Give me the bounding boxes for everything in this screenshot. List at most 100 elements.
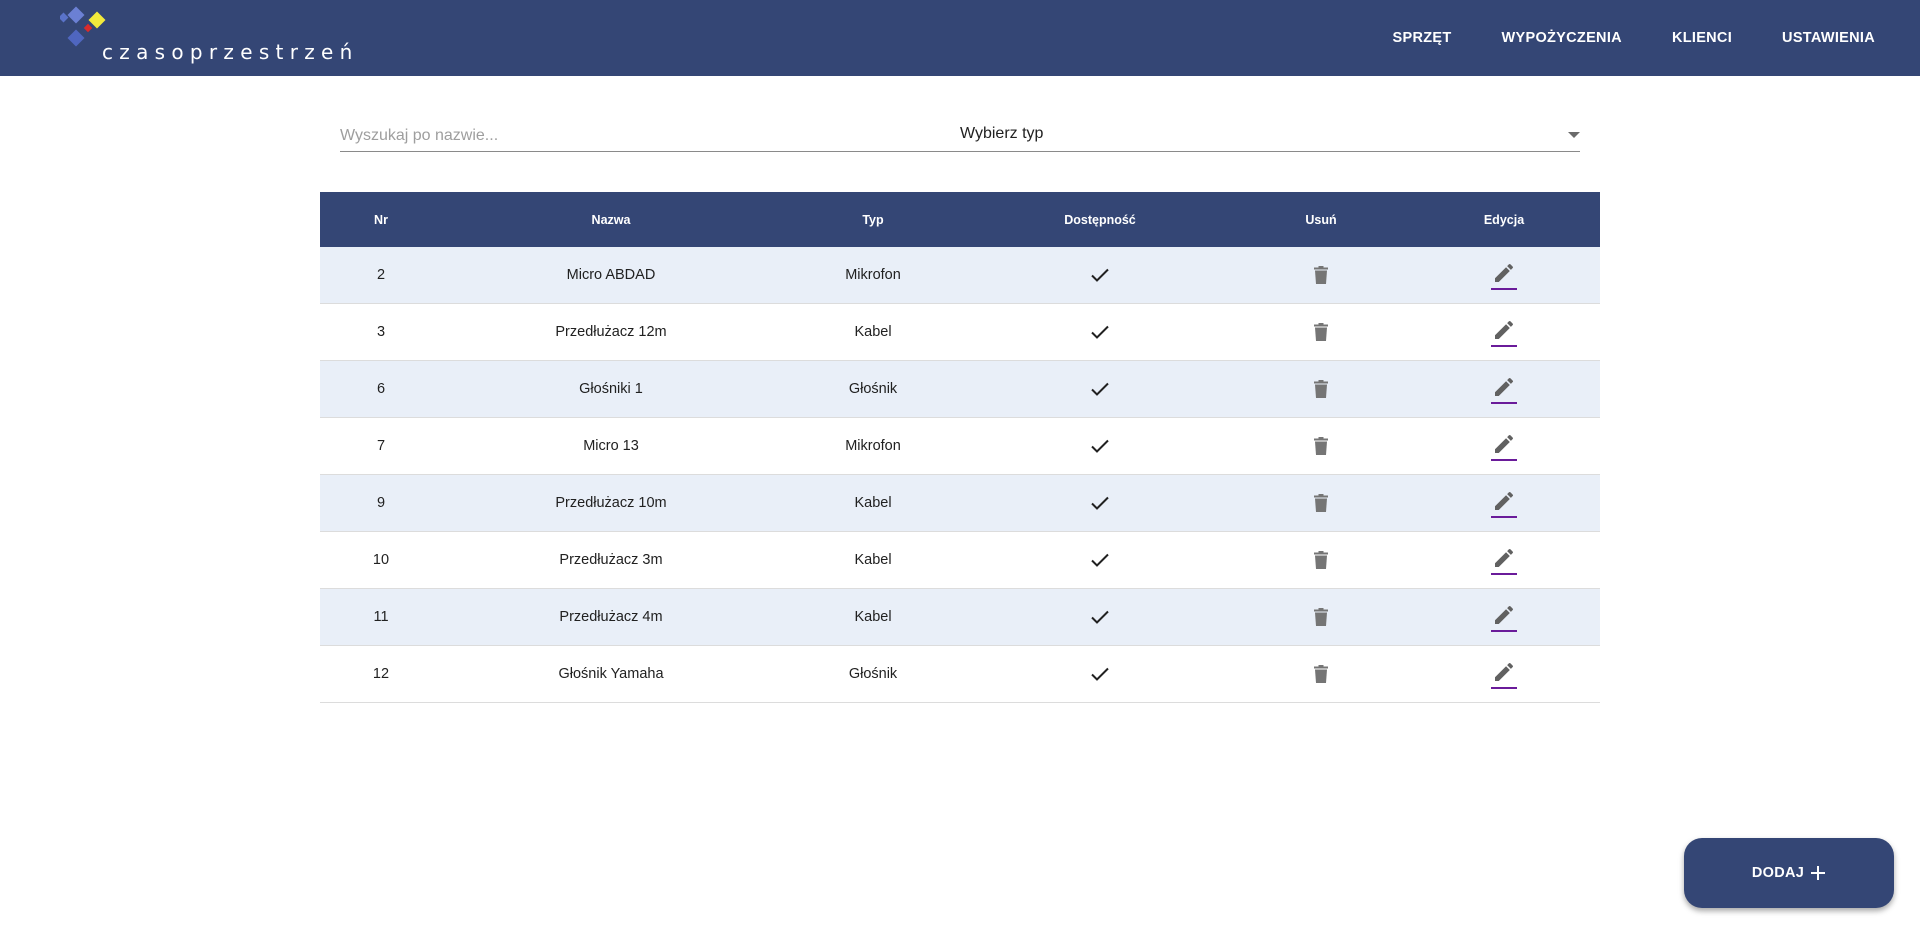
type-select[interactable]: Wybierz typ [960,118,1580,152]
table-row: 6 Głośniki 1 Głośnik [320,361,1600,418]
check-icon [1091,496,1109,510]
cell-type: Kabel [854,324,892,340]
cell-type: Kabel [854,552,892,568]
cell-edit [1408,602,1600,632]
trash-icon [1314,266,1328,284]
pencil-icon [1495,491,1514,510]
cell-nr: 9 [376,495,386,511]
cell-delete [1234,323,1408,341]
cell-edit [1408,659,1600,689]
edit-button[interactable] [1491,317,1517,347]
delete-button[interactable] [1314,437,1328,455]
edit-button[interactable] [1491,545,1517,575]
plus-icon [1810,865,1826,881]
cell-availability [966,381,1234,397]
cell-nr: 6 [376,381,386,397]
search-input[interactable] [340,124,940,148]
edit-underline [1491,459,1517,461]
check-icon [1091,667,1109,681]
nav-item-klienci[interactable]: KLIENCI [1647,0,1757,76]
delete-button[interactable] [1314,665,1328,683]
cell-availability [966,495,1234,511]
check-icon [1091,382,1109,396]
cell-name: Przedłużacz 12m [555,324,667,340]
edit-underline [1491,516,1517,518]
delete-button[interactable] [1314,323,1328,341]
pencil-icon [1495,263,1514,282]
delete-button[interactable] [1314,494,1328,512]
pencil-icon [1495,320,1514,339]
pencil-icon [1495,377,1514,396]
table-header-row: Nr Nazwa Typ Dostępność Usuń Edycja [320,192,1600,247]
check-icon [1091,553,1109,567]
edit-button[interactable] [1491,602,1517,632]
add-button[interactable]: DODAJ [1684,838,1894,908]
pencil-icon [1495,548,1514,567]
check-icon [1091,325,1109,339]
table-row: 10 Przedłużacz 3m Kabel [320,532,1600,589]
cell-type: Głośnik [848,666,898,682]
cell-availability [966,609,1234,625]
trash-icon [1314,380,1328,398]
delete-button[interactable] [1314,551,1328,569]
cell-delete [1234,665,1408,683]
cell-nr: 2 [376,267,386,283]
cell-availability [966,267,1234,283]
cell-nr: 12 [372,666,390,682]
cell-name: Przedłużacz 4m [559,609,663,625]
cell-availability [966,552,1234,568]
nav-item-ustawienia[interactable]: USTAWIENIA [1757,0,1920,76]
edit-button[interactable] [1491,431,1517,461]
cell-edit [1408,374,1600,404]
column-header-name: Nazwa [591,212,631,227]
edit-button[interactable] [1491,488,1517,518]
cell-nr: 10 [372,552,390,568]
table-row: 7 Micro 13 Mikrofon [320,418,1600,475]
cell-name: Micro ABDAD [566,267,656,283]
edit-underline [1491,573,1517,575]
cell-delete [1234,437,1408,455]
table-row: 9 Przedłużacz 10m Kabel [320,475,1600,532]
cell-nr: 7 [376,438,386,454]
check-icon [1091,268,1109,282]
nav-item-sprzet[interactable]: SPRZĘT [1368,0,1477,76]
cell-name: Przedłużacz 3m [559,552,663,568]
pencil-icon [1495,434,1514,453]
delete-button[interactable] [1314,380,1328,398]
edit-underline [1491,345,1517,347]
column-header-availability: Dostępność [1064,212,1136,227]
cell-edit [1408,431,1600,461]
filter-bar: Wybierz typ [340,118,1580,152]
edit-button[interactable] [1491,260,1517,290]
check-icon [1091,439,1109,453]
dropdown-arrow-icon [1568,132,1580,138]
edit-button[interactable] [1491,374,1517,404]
trash-icon [1314,551,1328,569]
column-header-type: Typ [862,212,884,227]
table-row: 11 Przedłużacz 4m Kabel [320,589,1600,646]
cell-nr: 3 [376,324,386,340]
brand-logo[interactable]: czasoprzestrzeń [60,6,352,70]
equipment-table: Nr Nazwa Typ Dostępność Usuń Edycja 2 Mi… [320,192,1600,703]
add-button-label: DODAJ [1751,865,1805,881]
cell-delete [1234,608,1408,626]
trash-icon [1314,665,1328,683]
cell-availability [966,666,1234,682]
cell-edit [1408,317,1600,347]
cell-availability [966,324,1234,340]
check-icon [1091,610,1109,624]
edit-button[interactable] [1491,659,1517,689]
cell-name: Micro 13 [583,438,639,454]
cell-availability [966,438,1234,454]
table-row: 12 Głośnik Yamaha Głośnik [320,646,1600,703]
nav-item-wypozyczenia[interactable]: WYPOŻYCZENIA [1477,0,1647,76]
pencil-icon [1495,605,1514,624]
delete-button[interactable] [1314,608,1328,626]
delete-button[interactable] [1314,266,1328,284]
type-select-label: Wybierz typ [960,125,1044,142]
top-app-bar: czasoprzestrzeń SPRZĘT WYPOŻYCZENIA KLIE… [0,0,1920,76]
cell-name: Przedłużacz 10m [555,495,667,511]
cell-name: Głośniki 1 [579,381,643,397]
edit-underline [1491,630,1517,632]
cell-nr: 11 [373,609,389,625]
